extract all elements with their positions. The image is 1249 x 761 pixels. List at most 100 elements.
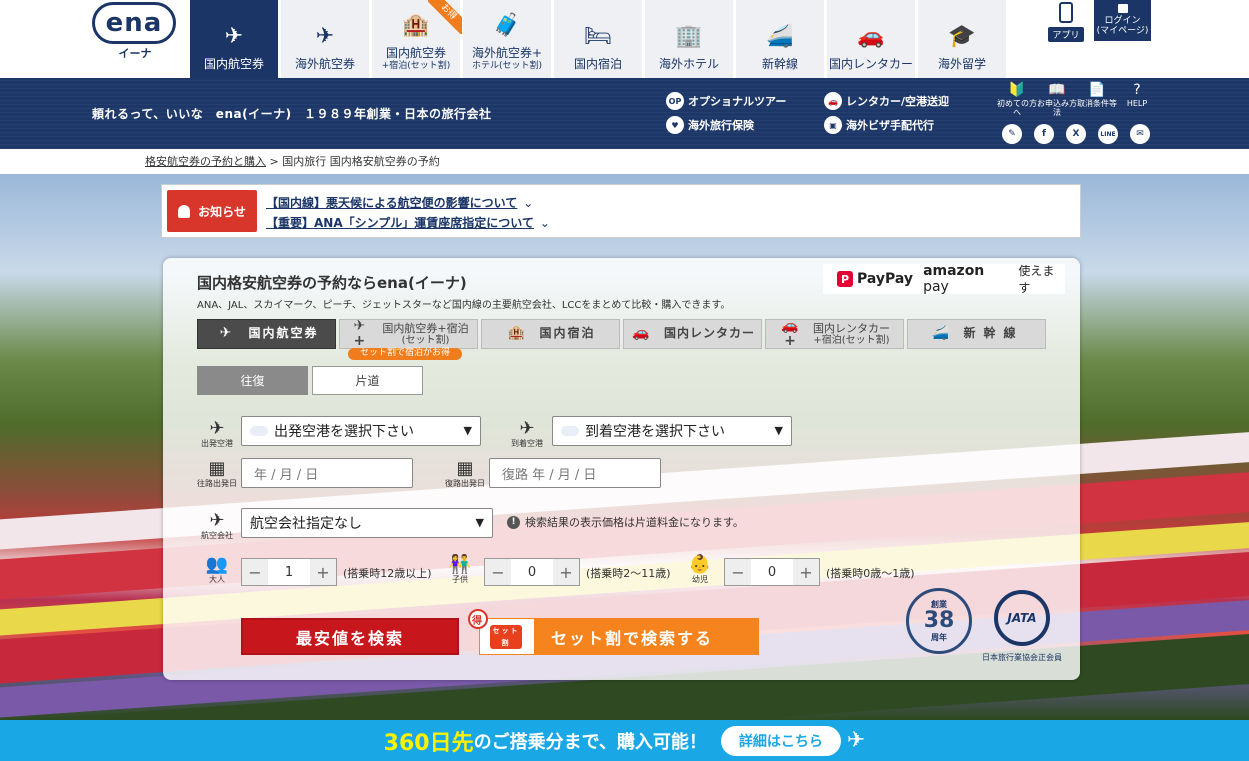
bell-icon — [178, 204, 191, 218]
tab-label: 国内航空券+宿泊 — [382, 321, 469, 335]
tab-shinkansen[interactable]: 🚄 新幹線 — [907, 319, 1046, 349]
plane-icon: ✈ — [209, 418, 225, 439]
arrive-airport-label: ✈ 到着空港 — [505, 418, 549, 449]
amazon-pay-logo: amazon pay — [923, 263, 1012, 295]
nav-shinkansen[interactable]: 🚄 新幹線 — [736, 0, 824, 78]
heart-icon: ♥ — [666, 116, 684, 134]
paypay-text: PayPay — [857, 271, 914, 287]
select-value: 航空会社指定なし — [250, 516, 362, 532]
purchase-banner[interactable]: 360日先 のご搭乗分まで、購入可能！ 詳細はこちら ✈ — [0, 720, 1249, 761]
ena-logo[interactable]: ena イーナ — [92, 2, 178, 60]
nav-domestic-air-hotel[interactable]: お得 🏨 国内航空券 +宿泊(セット割) — [372, 0, 462, 78]
nav-study-abroad[interactable]: 🎓 海外留学 — [918, 0, 1006, 78]
banner-highlight: 360日先 — [383, 730, 474, 756]
nav-intl-air[interactable]: ✈ 海外航空券 — [281, 0, 369, 78]
minus-button[interactable]: − — [242, 559, 268, 585]
jata-logo: JATA — [994, 590, 1050, 646]
depart-airport-select[interactable]: 出発空港を選択下さい ▼ — [241, 416, 481, 446]
notice-link-ana[interactable]: 【重要】ANA「シンプル」運賃座席指定について ⌄ — [266, 214, 550, 231]
nav-rental-car[interactable]: 🚗 国内レンタカー — [827, 0, 915, 78]
return-date-input[interactable]: 復路 年 / 月 / 日 — [489, 458, 661, 488]
field-label: 出発空港 — [201, 439, 233, 448]
tab-domestic-air[interactable]: ✈ 国内航空券 — [197, 319, 336, 349]
lowest-price-search-button[interactable]: 最安値を検索 — [241, 618, 459, 655]
nav-sublabel: ホテル(セット割) — [471, 60, 543, 71]
infant-stepper: − 0 + — [724, 558, 820, 586]
panel-subtitle: ANA、JAL、スカイマーク、ピーチ、ジェットスターなど国内線の主要航空会社、L… — [197, 300, 731, 311]
plus-button[interactable]: + — [553, 559, 579, 585]
nav-domestic-hotel[interactable]: 🛏 国内宿泊 — [554, 0, 642, 78]
mail-icon[interactable]: ✉ — [1130, 124, 1150, 144]
details-button[interactable]: 詳細はこちら — [720, 725, 841, 756]
rental-car-transfer-link[interactable]: 🚗 レンタカー/空港送迎 — [824, 92, 949, 110]
chevron-down-icon: ▼ — [463, 424, 472, 437]
adult-hint: (搭乗時12歳以上) — [343, 567, 432, 580]
calendar-icon: ▦ — [208, 458, 226, 479]
tab-label: 国内レンタカー — [813, 321, 890, 335]
paypay-logo: P PayPay — [837, 271, 913, 287]
how-to-apply-link[interactable]: 📖 お申込み方法 — [1037, 82, 1077, 118]
plus-button[interactable]: + — [793, 559, 819, 585]
nav-intl-air-hotel[interactable]: 🧳 海外航空券+ ホテル(セット割) — [463, 0, 551, 78]
tab-rental-car-hotel[interactable]: 🚗+ 国内レンタカー +宿泊(セット割) — [765, 318, 904, 349]
set-icon-text: セット割 — [490, 625, 522, 649]
help-link[interactable]: ? HELP — [1117, 82, 1157, 118]
login-button[interactable]: ログイン (マイページ) — [1094, 0, 1151, 41]
button-label: セット割で検索する — [551, 628, 714, 648]
field-label: 航空会社 — [201, 531, 233, 540]
plane-icon: ✈ — [846, 728, 866, 753]
select-value: 到着空港を選択下さい — [585, 424, 725, 440]
travel-insurance-link[interactable]: ♥ 海外旅行保険 — [666, 116, 754, 134]
nav-domestic-air[interactable]: ✈ 国内航空券 — [190, 0, 278, 78]
beginner-link[interactable]: 🔰 初めての方へ — [997, 82, 1037, 118]
tab-domestic-air-hotel[interactable]: ✈+ 国内航空券+宿泊 (セット割) セット割で宿泊がお得 — [339, 317, 478, 360]
breadcrumb-link[interactable]: 格安航空券の予約と購入 — [145, 155, 266, 168]
plane-icon: ✈ — [315, 24, 335, 50]
line-icon[interactable]: LINE — [1098, 124, 1118, 144]
main-nav: ✈ 国内航空券 ✈ 海外航空券 お得 🏨 国内航空券 +宿泊(セット割) 🧳 海… — [190, 0, 1009, 78]
car-icon: 🚗 — [632, 325, 650, 342]
x-icon[interactable]: X — [1066, 124, 1086, 144]
chevron-down-icon: ⌄ — [539, 216, 550, 230]
field-label: 到着空港 — [511, 439, 543, 448]
payment-methods: P PayPay amazon pay 使えます — [823, 263, 1065, 295]
seal-unit: 周年 — [931, 633, 947, 642]
nav-intl-hotel[interactable]: 🏢 海外ホテル — [645, 0, 733, 78]
blog-icon[interactable]: ✎ — [1002, 124, 1022, 144]
one-way-toggle[interactable]: 片道 — [312, 366, 423, 395]
minus-button[interactable]: − — [485, 559, 511, 585]
paypay-icon: P — [837, 271, 853, 287]
jata-caption: 日本旅行業協会正会員 — [982, 653, 1062, 662]
select-value: 出発空港を選択下さい — [274, 424, 414, 440]
tab-domestic-hotel[interactable]: 🏨 国内宿泊 — [481, 319, 620, 349]
minus-button[interactable]: − — [725, 559, 751, 585]
depart-airport-label: ✈ 出発空港 — [195, 418, 239, 449]
search-tabs: ✈ 国内航空券 ✈+ 国内航空券+宿泊 (セット割) セット割で宿泊がお得 🏨 国内宿泊 … — [197, 317, 1049, 360]
plane-hotel-icon: ✈+ — [353, 317, 366, 349]
jata-badge: JATA 日本旅行業協会正会員 — [975, 590, 1069, 663]
question-icon: ? — [1133, 82, 1141, 98]
notice-link-weather[interactable]: 【国内線】悪天候による航空便の影響について ⌄ — [266, 194, 533, 211]
field-label: 大人 — [209, 575, 225, 584]
cancel-terms-link[interactable]: 📄 取消条件等 — [1077, 82, 1117, 118]
optional-tour-link[interactable]: OP オプショナルツアー — [666, 92, 786, 110]
round-trip-toggle[interactable]: 往復 — [197, 366, 308, 395]
price-note: ! 検索結果の表示価格は片道料金になります。 — [507, 514, 744, 530]
nav-label: 国内宿泊 — [573, 57, 622, 71]
tab-rental-car[interactable]: 🚗 国内レンタカー — [623, 319, 762, 349]
visa-link[interactable]: ▣ 海外ビザ手配代行 — [824, 116, 934, 134]
deal-mark-icon: 得 — [468, 609, 488, 629]
plus-button[interactable]: + — [310, 559, 336, 585]
notice-text: 【国内線】悪天候による航空便の影響について — [266, 196, 518, 210]
app-link[interactable]: アプリ — [1047, 0, 1085, 42]
infant-icon: 👶 — [688, 554, 712, 575]
facebook-icon[interactable]: f — [1034, 124, 1054, 144]
anniversary-ring: 創業 38 周年 — [906, 588, 972, 654]
return-date-label: ▦ 復路出発日 — [443, 458, 487, 489]
out-date-input[interactable]: 年 / 月 / 日 — [241, 458, 413, 488]
bed-icon: 🛏 — [584, 24, 612, 50]
airline-select[interactable]: 航空会社指定なし ▼ — [241, 508, 493, 538]
set-discount-search-button[interactable]: 得 セット割 セット割で検索する — [468, 609, 759, 655]
arrive-airport-select[interactable]: 到着空港を選択下さい ▼ — [552, 416, 792, 446]
chevron-down-icon: ▼ — [774, 424, 783, 437]
